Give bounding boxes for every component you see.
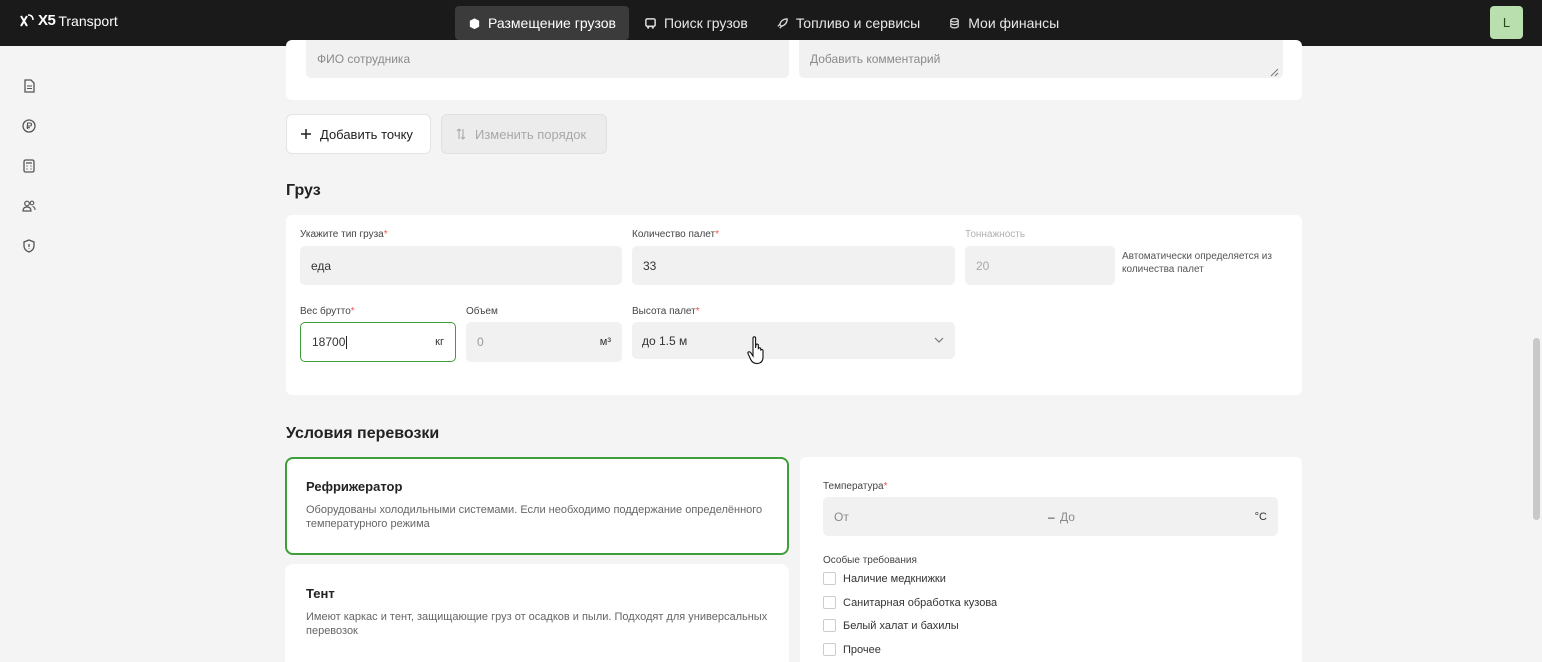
nav-label: Топливо и сервисы xyxy=(795,15,921,31)
page-scrollbar[interactable] xyxy=(1532,46,1542,662)
nav-label: Поиск грузов xyxy=(663,15,748,31)
requirement-medical-book[interactable]: Наличие медкнижки xyxy=(823,572,946,585)
logo-text: Transport xyxy=(58,12,118,29)
gross-weight-label: Вес брутто* xyxy=(300,306,355,317)
nav-fuel-services[interactable]: Топливо и сервисы xyxy=(763,6,933,40)
checkbox[interactable] xyxy=(823,643,836,656)
calculator-icon[interactable] xyxy=(21,158,37,174)
document-icon[interactable] xyxy=(21,78,37,94)
pallets-count-input[interactable]: 33 xyxy=(632,246,955,285)
nav-cargo-search[interactable]: Поиск грузов xyxy=(631,6,761,40)
user-avatar[interactable]: L xyxy=(1490,6,1523,39)
weight-value: 18700 xyxy=(312,335,346,349)
nav-my-finances[interactable]: Мои финансы xyxy=(935,6,1072,40)
temp-from-placeholder: От xyxy=(834,509,849,524)
add-point-button[interactable]: Добавить точку xyxy=(286,114,431,154)
employee-name-input[interactable]: ФИО сотрудника xyxy=(306,40,789,78)
left-sidebar xyxy=(0,46,58,662)
cargo-section-title: Груз xyxy=(286,182,321,199)
cargo-type-input[interactable]: еда xyxy=(300,246,622,285)
plus-icon xyxy=(301,129,311,139)
pallet-height-label: Высота палет* xyxy=(632,306,700,317)
pallet-height-select[interactable]: до 1.5 м xyxy=(632,322,955,359)
requirement-white-coat[interactable]: Белый халат и бахилы xyxy=(823,619,959,632)
checkbox[interactable] xyxy=(823,572,836,585)
hand-cursor-icon xyxy=(747,336,764,365)
nav-label: Мои финансы xyxy=(968,15,1060,31)
resize-handle-icon[interactable] xyxy=(1270,68,1279,77)
gross-weight-input[interactable]: 18700 кг xyxy=(300,322,456,362)
contact-card: ФИО сотрудника Добавить комментарий xyxy=(286,40,1302,100)
checkbox-label: Прочее xyxy=(843,643,881,656)
pallets-count-label: Количество палет* xyxy=(632,229,720,240)
checkbox-label: Белый халат и бахилы xyxy=(843,619,959,632)
special-requirements-label: Особые требования xyxy=(823,555,917,566)
coins-icon xyxy=(950,17,960,29)
condition-refrigerator-card[interactable]: Рефрижератор Оборудованы холодильными си… xyxy=(285,457,789,555)
tonnage-label: Тоннажность xyxy=(965,229,1026,240)
app-logo[interactable]: X5 Transport xyxy=(19,12,118,29)
button-label: Изменить порядок xyxy=(475,126,587,142)
checkbox[interactable] xyxy=(823,596,836,609)
condition-description: Оборудованы холодильными системами. Если… xyxy=(306,504,763,530)
button-label: Добавить точку xyxy=(320,126,413,142)
text-caret xyxy=(346,335,348,349)
requirement-sanitary-treatment[interactable]: Санитарная обработка кузова xyxy=(823,596,997,609)
cargo-type-label: Укажите тип груза* xyxy=(300,229,388,240)
nav-label: Размещение грузов xyxy=(488,15,616,31)
weight-unit: кг xyxy=(435,336,444,348)
temp-to-placeholder: До xyxy=(1060,509,1075,524)
box-icon xyxy=(469,17,480,29)
truck-icon xyxy=(645,17,656,29)
rocket-icon xyxy=(777,17,788,29)
conditions-section-title: Условия перевозки xyxy=(286,425,440,442)
main-nav: Размещение грузов Поиск грузов Топливо и… xyxy=(455,6,1072,40)
shield-icon[interactable] xyxy=(21,238,37,254)
change-order-button[interactable]: Изменить порядок xyxy=(441,114,607,154)
nav-cargo-placement[interactable]: Размещение грузов xyxy=(455,6,629,40)
scrollbar-thumb[interactable] xyxy=(1533,338,1540,520)
comment-textarea[interactable]: Добавить комментарий xyxy=(799,40,1283,78)
cargo-card: Укажите тип груза* еда Количество палет*… xyxy=(286,215,1302,395)
condition-title: Рефрижератор xyxy=(306,479,403,494)
volume-unit: м³ xyxy=(599,336,611,348)
volume-value: 0 xyxy=(477,335,484,349)
x5-logo-icon xyxy=(20,13,34,27)
checkbox-label: Санитарная обработка кузова xyxy=(843,596,998,609)
condition-tent-card[interactable]: Тент Имеют каркас и тент, защищающие гру… xyxy=(285,564,789,662)
tonnage-hint: Автоматически определяется из количества… xyxy=(1122,251,1272,275)
tonnage-input: 20 xyxy=(965,246,1115,285)
select-value: до 1.5 м xyxy=(642,333,688,348)
temperature-label: Температура* xyxy=(823,481,888,492)
ruble-icon[interactable] xyxy=(21,118,37,134)
condition-description: Имеют каркас и тент, защищающие груз от … xyxy=(306,611,768,637)
logo-mark: X5 xyxy=(38,12,56,29)
sort-arrows-icon xyxy=(456,128,466,140)
volume-input[interactable]: 0 м³ xyxy=(466,322,622,362)
checkbox-label: Наличие медкнижки xyxy=(843,572,946,585)
condition-title: Тент xyxy=(306,586,335,601)
volume-label: Объем xyxy=(466,306,498,317)
users-icon[interactable] xyxy=(21,198,37,214)
temp-dash: – xyxy=(1048,509,1055,524)
checkbox[interactable] xyxy=(823,619,836,632)
chevron-down-icon xyxy=(934,337,944,343)
requirement-other[interactable]: Прочее xyxy=(823,643,881,656)
temp-unit: °C xyxy=(1254,510,1267,523)
temperature-range-input[interactable]: От – До °C xyxy=(823,497,1278,536)
